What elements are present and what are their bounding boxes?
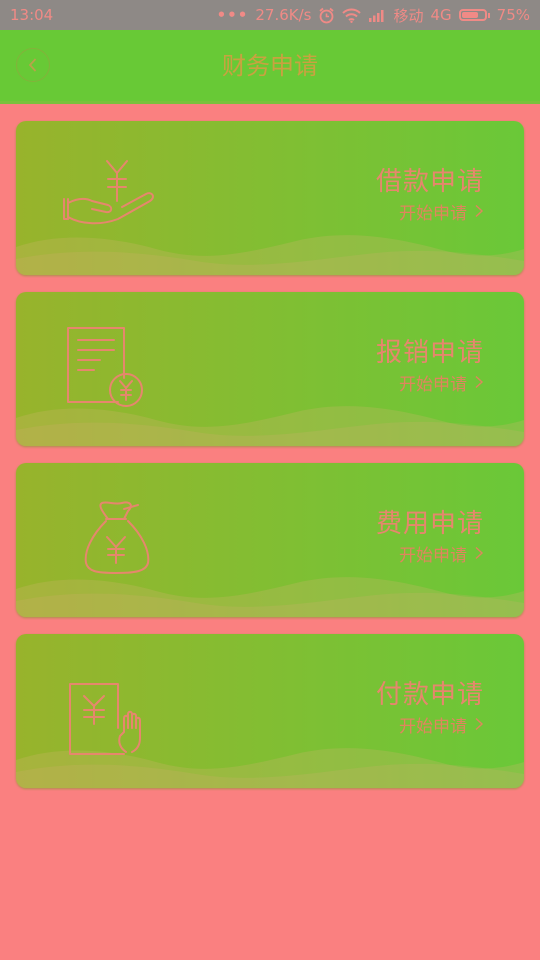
card-reimbursement-application[interactable]: 报销申请 开始申请 [16, 292, 524, 446]
wifi-icon [342, 8, 362, 23]
battery-icon [458, 9, 490, 21]
page-title: 财务申请 [222, 52, 318, 80]
chevron-right-icon [475, 204, 484, 218]
start-application-link[interactable]: 开始申请 [399, 541, 467, 566]
status-bar: 13:04 ••• 27.6K/s 移动 4G 75% [0, 0, 540, 30]
alarm-icon [318, 7, 335, 24]
chevron-right-icon [475, 546, 484, 560]
card-title: 费用申请 [375, 509, 484, 539]
card-title: 借款申请 [375, 167, 484, 197]
battery-level-fill [461, 12, 479, 18]
battery-percent: 75% [496, 6, 530, 24]
bill-hand-icon [69, 683, 141, 755]
notification-dots: ••• [216, 6, 249, 24]
start-application-link[interactable]: 开始申请 [399, 712, 467, 737]
status-indicators: ••• 27.6K/s 移动 4G 75% [217, 5, 530, 26]
card-expense-application[interactable]: 费用申请 开始申请 [16, 463, 524, 617]
network-type: 4G [430, 6, 452, 24]
money-bag-icon [84, 501, 150, 574]
card-payment-application[interactable]: 付款申请 开始申请 [16, 634, 524, 788]
card-loan-application[interactable]: 借款申请 开始申请 [16, 121, 524, 275]
start-application-link[interactable]: 开始申请 [399, 199, 467, 224]
chevron-right-icon [475, 717, 484, 731]
app-header: 财务申请 [0, 30, 540, 104]
hand-yuan-icon [63, 160, 154, 225]
signal-icon [368, 9, 386, 22]
card-title: 报销申请 [375, 338, 484, 368]
network-speed: 27.6K/s [255, 6, 312, 24]
card-title: 付款申请 [375, 680, 484, 710]
start-application-link[interactable]: 开始申请 [399, 370, 467, 395]
status-time: 13:04 [10, 6, 54, 24]
document-yuan-icon [67, 327, 143, 407]
chevron-right-icon [475, 375, 484, 389]
carrier-name: 移动 [393, 6, 424, 25]
